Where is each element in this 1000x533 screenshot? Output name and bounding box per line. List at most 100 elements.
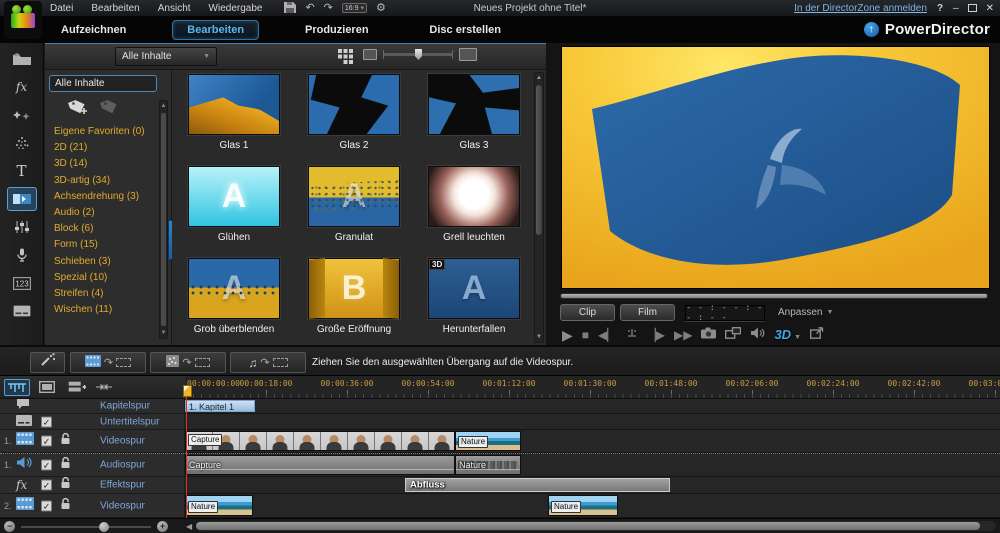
zoom-slider-handle[interactable] <box>99 522 109 532</box>
directorzone-signin-link[interactable]: In der DirectorZone anmelden <box>794 3 927 14</box>
track-lock-icon[interactable] <box>60 432 71 450</box>
close-button[interactable]: ✕ <box>986 3 994 14</box>
settings-gear-icon[interactable]: ⚙ <box>376 3 386 13</box>
track-content-kapitelspur-0[interactable]: 1. Kapitel 1 <box>185 399 1000 414</box>
add-tag-icon[interactable] <box>68 98 88 121</box>
step-marker-icon[interactable] <box>626 326 638 344</box>
transition-item-glas-1[interactable]: Glas 1 <box>188 74 280 166</box>
timeline-view-icon[interactable] <box>4 379 30 396</box>
previous-frame-icon[interactable]: ◀▏ <box>598 328 616 342</box>
chapter-room-icon[interactable]: 123 <box>7 271 37 295</box>
timeline-hscrollbar[interactable]: ◀ <box>186 521 996 531</box>
preview-seek-bar[interactable] <box>560 293 988 299</box>
tab-produzieren[interactable]: Produzieren <box>290 20 384 40</box>
tab-disc-erstellen[interactable]: Disc erstellen <box>414 20 516 40</box>
category-schieben[interactable]: Schieben (3) <box>54 254 155 270</box>
pip-objects-room-icon[interactable] <box>7 103 37 127</box>
video-clip[interactable]: Nature <box>185 495 253 516</box>
track-content-audiospur-3[interactable]: CaptureNature <box>185 453 1000 477</box>
zoom-in-icon[interactable]: + <box>157 521 168 532</box>
zoom-out-icon[interactable]: − <box>4 521 15 532</box>
video-clip[interactable]: Nature <box>548 495 618 516</box>
aspect-ratio-button[interactable]: 16:9 ▾ <box>342 3 367 13</box>
scrollbar-thumb[interactable] <box>196 522 980 530</box>
remove-tag-icon[interactable] <box>100 98 118 121</box>
thumbnail-small-icon[interactable] <box>363 49 377 60</box>
snapshot-camera-icon[interactable] <box>701 326 716 344</box>
menu-bearbeiten[interactable]: Bearbeiten <box>91 3 139 14</box>
magic-style-button[interactable] <box>30 352 65 373</box>
storyboard-view-icon[interactable] <box>34 379 60 396</box>
transition-item-große-eröffnung[interactable]: BGroße Eröffnung <box>308 258 400 350</box>
track-enable-checkbox[interactable]: ✓ <box>41 480 52 491</box>
tab-bearbeiten[interactable]: Bearbeiten <box>172 20 259 40</box>
category-block[interactable]: Block (6) <box>54 221 155 237</box>
menu-ansicht[interactable]: Ansicht <box>158 3 191 14</box>
transition-item-grob-überblenden[interactable]: AGrob überblenden <box>188 258 280 350</box>
audio-clip[interactable]: Capture <box>185 455 455 475</box>
category-scrollbar[interactable]: ▲ ▼ <box>159 100 168 339</box>
track-content-videospur-2[interactable]: CaptureNature <box>185 430 1000 453</box>
undo-icon[interactable]: ↶ <box>305 3 314 13</box>
menu-datei[interactable]: Datei <box>50 3 73 14</box>
undock-window-icon[interactable] <box>810 326 824 344</box>
effect-room-icon[interactable]: fx <box>7 75 37 99</box>
category-2d[interactable]: 2D (21) <box>54 140 155 156</box>
playhead-line[interactable] <box>186 389 187 518</box>
category-form[interactable]: Form (15) <box>54 237 155 253</box>
track-lock-icon[interactable] <box>60 456 71 474</box>
play-icon[interactable]: ▶ <box>562 328 573 342</box>
media-room-icon[interactable] <box>7 47 37 71</box>
voiceover-room-icon[interactable] <box>7 243 37 267</box>
range-select-icon[interactable] <box>94 379 114 396</box>
audio-to-timeline-button[interactable]: ♫ ↷ <box>230 352 306 373</box>
film-mode-button[interactable]: Film <box>620 304 675 321</box>
subtitle-room-icon[interactable] <box>7 299 37 323</box>
video-clip[interactable]: Nature <box>455 431 521 451</box>
track-lock-icon[interactable] <box>60 476 71 494</box>
track-content-untertitelspur-1[interactable] <box>185 414 1000 430</box>
thumbnail-size-slider[interactable] <box>383 53 453 56</box>
minimize-button[interactable]: – <box>953 3 959 14</box>
redo-icon[interactable]: ↷ <box>324 3 333 13</box>
audio-mixing-room-icon[interactable] <box>7 215 37 239</box>
track-enable-checkbox[interactable]: ✓ <box>41 460 52 471</box>
effect-to-timeline-button[interactable]: ↷ <box>150 352 226 373</box>
category-eigene-favoriten[interactable]: Eigene Favoriten (0) <box>54 124 155 140</box>
transition-room-icon[interactable] <box>7 187 37 211</box>
timeline-zoom-slider[interactable] <box>21 526 151 528</box>
track-lock-icon[interactable] <box>60 497 71 515</box>
scroll-left-icon[interactable]: ◀ <box>186 522 192 531</box>
volume-icon[interactable] <box>750 326 765 344</box>
track-manager-icon[interactable] <box>64 379 90 396</box>
category-3d[interactable]: 3D (14) <box>54 156 155 172</box>
scroll-up-icon[interactable]: ▲ <box>160 103 167 109</box>
transition-item-glas-2[interactable]: Glas 2 <box>308 74 400 166</box>
category-achsendrehung[interactable]: Achsendrehung (3) <box>54 189 155 205</box>
grid-scrollbar[interactable]: ▲ ▼ <box>534 72 544 343</box>
next-frame-icon[interactable]: ▕▶ <box>647 328 665 342</box>
transition-item-granulat[interactable]: AGranulat <box>308 166 400 258</box>
transition-item-herunterfallen[interactable]: A3DHerunterfallen <box>428 258 520 350</box>
grid-view-icon[interactable] <box>338 49 354 69</box>
help-button[interactable]: ? <box>937 3 943 14</box>
video-clip[interactable]: Capture <box>185 431 455 451</box>
track-content-effektspur-4[interactable]: Abfluss <box>185 477 1000 494</box>
chapter-clip[interactable]: 1. Kapitel 1 <box>185 400 255 412</box>
category-audio[interactable]: Audio (2) <box>54 205 155 221</box>
track-enable-checkbox[interactable]: ✓ <box>41 416 52 427</box>
category-3d-artig[interactable]: 3D-artig (34) <box>54 173 155 189</box>
scroll-down-icon[interactable]: ▼ <box>535 334 543 340</box>
save-icon[interactable] <box>284 2 296 15</box>
thumbnail-large-icon[interactable] <box>459 48 477 61</box>
scroll-down-icon[interactable]: ▼ <box>160 330 167 336</box>
menu-wiedergabe[interactable]: Wiedergabe <box>209 3 263 14</box>
particle-room-icon[interactable] <box>7 131 37 155</box>
transition-item-grell-leuchten[interactable]: Grell leuchten <box>428 166 520 258</box>
media-to-timeline-button[interactable]: ↷ <box>70 352 146 373</box>
playhead-flag[interactable] <box>183 385 192 397</box>
fast-forward-icon[interactable]: ▶▶ <box>674 328 692 342</box>
category-streifen[interactable]: Streifen (4) <box>54 286 155 302</box>
title-room-icon[interactable]: T <box>7 159 37 183</box>
track-enable-checkbox[interactable]: ✓ <box>41 436 52 447</box>
